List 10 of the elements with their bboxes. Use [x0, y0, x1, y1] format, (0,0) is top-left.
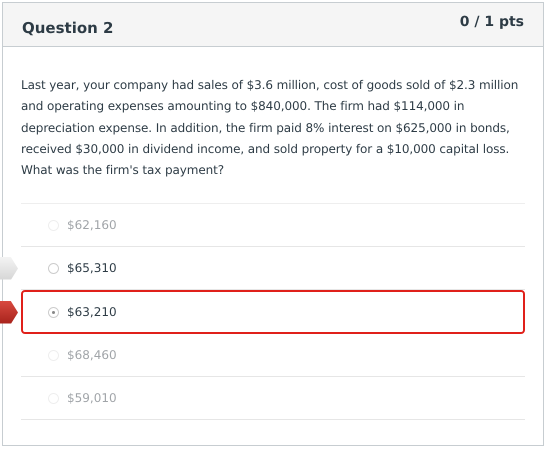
- answer-label: $59,010: [67, 391, 117, 406]
- question-title: Question 2: [22, 19, 114, 39]
- answer-label: $68,460: [67, 348, 117, 362]
- answer-label: $62,160: [67, 218, 117, 232]
- answer-label: $63,210: [67, 305, 117, 320]
- radio-button[interactable]: [48, 306, 59, 318]
- question-text: Last year, your company had sales of $3.6 million, cost of goods sold of $2.3 million and operating expenses amounting to $840,000. The firm had $114,000 in depreciation expense. In addition, the firm paid 8% interest on $625,000 in bonds, received $30,000 in dividend income, and sold property for a $10,000 capital loss. What was the firm's tax payment?: [21, 77, 520, 180]
- points-score: 0 / 1 pts: [460, 14, 524, 32]
- answer-label: $65,310: [67, 261, 117, 276]
- radio-button[interactable]: [48, 262, 59, 274]
